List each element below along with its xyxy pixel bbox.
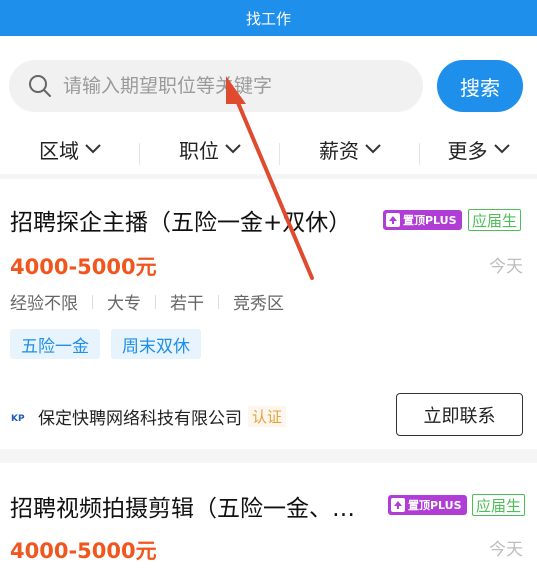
- contact-button[interactable]: 立即联系: [396, 393, 523, 436]
- filter-salary[interactable]: 薪资: [280, 135, 420, 165]
- badge-label: 置顶PLUS: [403, 214, 457, 227]
- filter-position[interactable]: 职位: [140, 135, 280, 165]
- top-plus-badge: 置顶PLUS: [383, 210, 462, 230]
- filter-label: 职位: [179, 138, 219, 163]
- chevron-down-icon: [225, 144, 241, 154]
- education: 大专: [107, 294, 141, 314]
- chevron-down-icon: [493, 144, 510, 154]
- page-title: 找工作: [245, 9, 291, 28]
- filter-more[interactable]: 更多: [420, 135, 537, 164]
- headcount: 若干: [170, 294, 204, 314]
- salary: 4000-5000元: [10, 255, 157, 279]
- search-icon: [29, 75, 51, 97]
- top-bar: 找工作: [0, 0, 537, 36]
- filter-label: 区域: [39, 138, 79, 163]
- job-meta: 经验不限 大专 若干 竞秀区: [10, 289, 284, 314]
- search-row: 搜索: [0, 36, 537, 128]
- badge-label: 置顶PLUS: [408, 499, 462, 512]
- top-plus-badge: 置顶PLUS: [388, 495, 467, 515]
- company-row: KP 保定快聘网络科技有限公司 认证: [10, 404, 287, 429]
- pin-icon: [386, 213, 400, 227]
- divider: [155, 294, 156, 309]
- salary: 4000-5000元: [10, 539, 157, 563]
- benefit-tag: 周末双休: [111, 329, 201, 359]
- job-card[interactable]: 招聘探企主播（五险一金+双休） 置顶PLUS 应届生 4000-5000元 今天…: [0, 179, 537, 449]
- graduate-badge: 应届生: [468, 209, 522, 231]
- chevron-down-icon: [85, 144, 101, 154]
- verified-badge: 认证: [248, 406, 287, 427]
- job-card[interactable]: 招聘视频拍摄剪辑（五险一金、… 置顶PLUS 应届生 4000-5000元 今天: [0, 463, 537, 568]
- search-input[interactable]: [63, 75, 383, 97]
- pin-icon: [391, 498, 405, 512]
- district: 竞秀区: [233, 294, 284, 314]
- company-logo-icon: KP: [10, 410, 32, 424]
- divider: [92, 294, 93, 309]
- post-date: 今天: [489, 257, 523, 277]
- section-divider: [0, 449, 537, 463]
- svg-text:KP: KP: [11, 414, 25, 424]
- chevron-down-icon: [365, 144, 381, 154]
- job-title: 招聘视频拍摄剪辑（五险一金、…: [10, 496, 355, 522]
- search-box[interactable]: [9, 60, 423, 112]
- company-name: 保定快聘网络科技有限公司: [38, 409, 242, 429]
- filter-area[interactable]: 区域: [0, 135, 140, 165]
- job-title: 招聘探企主播（五险一金+双休）: [10, 210, 352, 236]
- search-button[interactable]: 搜索: [437, 60, 523, 112]
- filter-label: 更多: [447, 138, 488, 163]
- experience: 经验不限: [10, 294, 78, 314]
- divider: [218, 294, 219, 309]
- post-date: 今天: [489, 540, 523, 560]
- benefit-tag: 五险一金: [10, 329, 100, 359]
- filter-bar: 区域 职位 薪资 更多: [0, 128, 537, 170]
- filter-label: 薪资: [319, 138, 359, 163]
- graduate-badge: 应届生: [472, 494, 526, 516]
